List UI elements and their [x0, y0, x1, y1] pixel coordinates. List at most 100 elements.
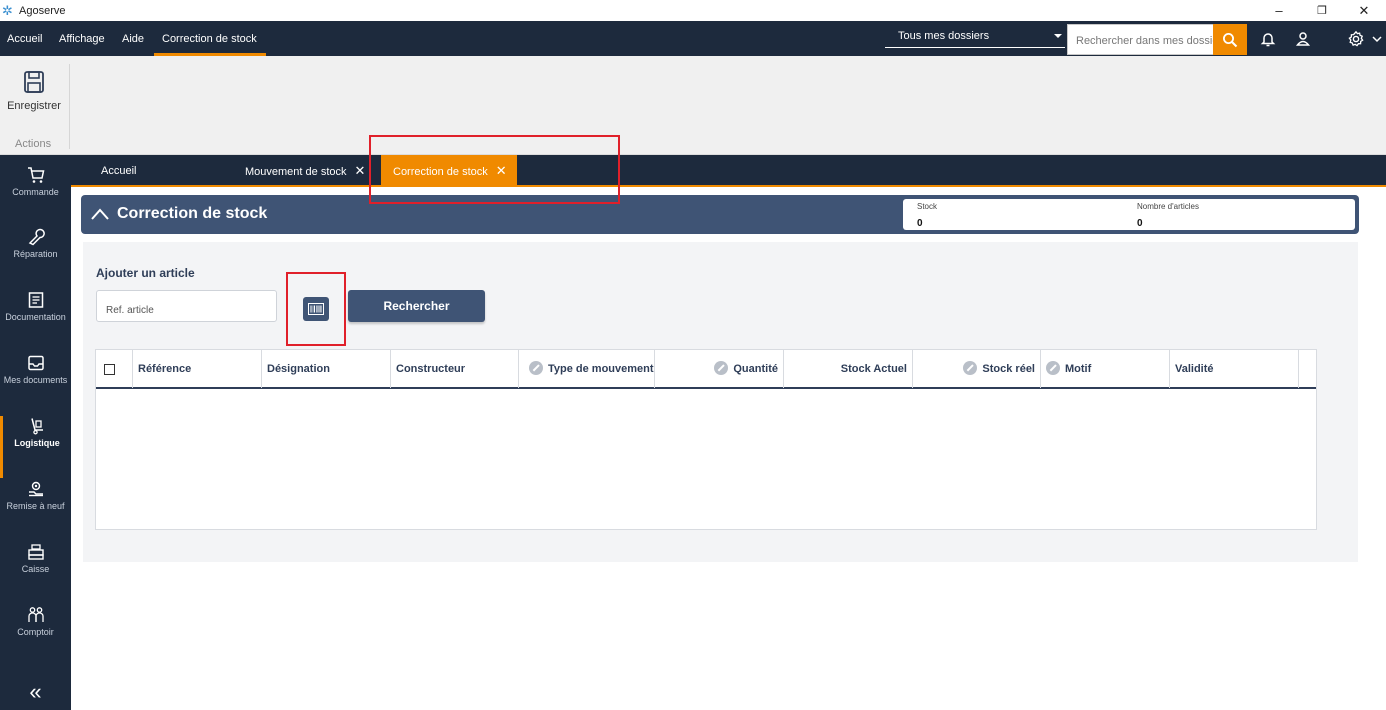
stat-stock-value: 0 — [917, 218, 923, 229]
stats-panel: Stock 0 Nombre d'articles 0 — [903, 199, 1355, 230]
column-header-quantite[interactable]: Quantité — [655, 350, 784, 388]
ribbon-separator — [69, 64, 70, 149]
stat-articles-label: Nombre d'articles — [1137, 202, 1199, 211]
floppy-disk-icon — [24, 71, 44, 93]
sidebar-item-label: Comptoir — [17, 627, 54, 637]
search-button[interactable] — [1213, 24, 1247, 55]
column-label: Désignation — [267, 363, 330, 375]
sidebar-collapse-button[interactable]: « — [0, 678, 71, 708]
articles-table: Référence Désignation Constructeur Type … — [95, 349, 1317, 530]
sidebar-item-mes-documents[interactable]: Mes documents — [0, 353, 71, 415]
menu-correction-de-stock[interactable]: Correction de stock — [154, 21, 266, 56]
top-navigation-bar: Accueil Affichage Aide Correction de sto… — [0, 21, 1386, 56]
locked-column-icon — [963, 361, 978, 375]
column-label: Référence — [138, 363, 192, 375]
sidebar-item-commande[interactable]: Commande — [0, 165, 71, 227]
window-titlebar: ✲ Agoserve – ❐ ✕ — [0, 0, 1386, 21]
locked-column-icon — [714, 361, 729, 375]
save-button-label: Enregistrer — [7, 100, 61, 112]
rechercher-button[interactable]: Rechercher — [348, 290, 485, 322]
table-header: Référence Désignation Constructeur Type … — [96, 350, 1316, 389]
annotation-highlight-tab — [369, 135, 620, 204]
close-window-button[interactable]: ✕ — [1342, 0, 1386, 21]
sidebar-item-documentation[interactable]: Documentation — [0, 290, 71, 352]
document-tab-strip: Accueil Mouvement de stock ✕ Correction d… — [71, 155, 1386, 185]
sidebar-item-caisse[interactable]: Caisse — [0, 542, 71, 604]
column-header-reference[interactable]: Référence — [133, 350, 262, 388]
left-sidebar: Commande Réparation Documentation Mes do… — [0, 155, 71, 710]
notifications-button[interactable] — [1255, 26, 1281, 52]
hand-truck-icon — [27, 416, 47, 436]
sidebar-item-logistique[interactable]: Logistique — [0, 416, 71, 478]
tab-label: Mouvement de stock — [245, 166, 347, 178]
sidebar-item-label: Logistique — [14, 438, 60, 448]
select-all-checkbox[interactable] — [104, 364, 115, 375]
settings-button[interactable] — [1343, 26, 1369, 52]
column-label: Validité — [1175, 363, 1214, 375]
close-tab-icon[interactable]: ✕ — [355, 163, 366, 178]
column-header-stock-reel[interactable]: Stock réel — [913, 350, 1041, 388]
chevron-down-icon — [1372, 36, 1382, 43]
column-label: Stock Actuel — [840, 363, 907, 375]
caret-down-icon — [1054, 34, 1062, 38]
minimize-button[interactable]: – — [1257, 0, 1301, 21]
add-article-title: Ajouter un article — [96, 266, 195, 280]
settings-dropdown-button[interactable] — [1368, 26, 1386, 52]
sidebar-item-label: Caisse — [21, 564, 50, 574]
menu-accueil[interactable]: Accueil — [7, 21, 42, 56]
menu-affichage[interactable]: Affichage — [59, 21, 105, 56]
sidebar-item-label: Remise à neuf — [6, 501, 65, 511]
sidebar-item-remise-a-neuf[interactable]: Remise à neuf — [0, 479, 71, 541]
search-icon — [1223, 32, 1238, 47]
sidebar-item-label: Mes documents — [3, 375, 68, 385]
select-all-cell — [96, 350, 133, 388]
locked-column-icon — [529, 361, 543, 375]
annotation-highlight-barcode — [286, 272, 346, 346]
search-input[interactable]: Rechercher dans mes dossiers — [1067, 24, 1215, 55]
dossier-select[interactable]: Tous mes dossiers — [885, 25, 1065, 48]
ribbon-toolbar: Enregistrer Actions — [0, 56, 1386, 155]
ref-article-input[interactable]: Ref. article — [96, 290, 277, 322]
column-header-stock-actuel[interactable]: Stock Actuel — [784, 350, 913, 388]
gear-icon — [1348, 30, 1364, 47]
tab-strip-accent-line — [71, 185, 1386, 187]
menu-aide[interactable]: Aide — [122, 21, 144, 56]
wrench-icon — [26, 227, 46, 247]
locked-column-icon — [1046, 361, 1060, 375]
user-icon — [1295, 32, 1311, 46]
stat-stock-label: Stock — [917, 202, 938, 211]
cart-icon — [26, 165, 46, 185]
inbox-icon — [26, 353, 46, 373]
user-button[interactable] — [1290, 26, 1316, 52]
restore-button[interactable]: ❐ — [1300, 0, 1344, 21]
column-header-constructeur[interactable]: Constructeur — [391, 350, 519, 388]
save-button[interactable]: Enregistrer — [0, 70, 68, 120]
content-panel: Ajouter un article Ref. article Recherch… — [83, 242, 1358, 562]
column-header-designation[interactable]: Désignation — [262, 350, 391, 388]
counter-people-icon — [26, 605, 46, 625]
sidebar-item-comptoir[interactable]: Comptoir — [0, 605, 71, 667]
sidebar-item-label: Réparation — [13, 249, 58, 259]
bell-icon — [1260, 33, 1276, 47]
stat-articles-value: 0 — [1137, 218, 1143, 229]
column-label: Motif — [1065, 363, 1092, 375]
cash-register-icon — [26, 542, 46, 562]
sidebar-item-label: Commande — [12, 187, 59, 197]
tab-mouvement-de-stock[interactable]: Mouvement de stock ✕ — [245, 155, 365, 185]
page-header: Correction de stock Stock 0 Nombre d'art… — [81, 195, 1359, 234]
dossier-select-value: Tous mes dossiers — [898, 30, 990, 42]
sidebar-item-label: Documentation — [5, 312, 66, 322]
column-label: Type de mouvement — [548, 363, 654, 375]
column-header-motif[interactable]: Motif — [1041, 350, 1170, 388]
column-label: Constructeur — [396, 363, 466, 375]
refurbish-icon — [26, 479, 46, 499]
column-header-type-de-mouvement[interactable]: Type de mouvement — [519, 350, 655, 388]
chevron-up-icon[interactable] — [90, 206, 110, 222]
tab-accueil[interactable]: Accueil — [101, 155, 136, 185]
ribbon-group-label: Actions — [15, 138, 52, 150]
column-label: Quantité — [733, 363, 778, 375]
app-logo-icon: ✲ — [2, 2, 13, 18]
sidebar-item-reparation[interactable]: Réparation — [0, 227, 71, 289]
column-header-validite[interactable]: Validité — [1170, 350, 1299, 388]
tab-label: Accueil — [101, 165, 137, 177]
